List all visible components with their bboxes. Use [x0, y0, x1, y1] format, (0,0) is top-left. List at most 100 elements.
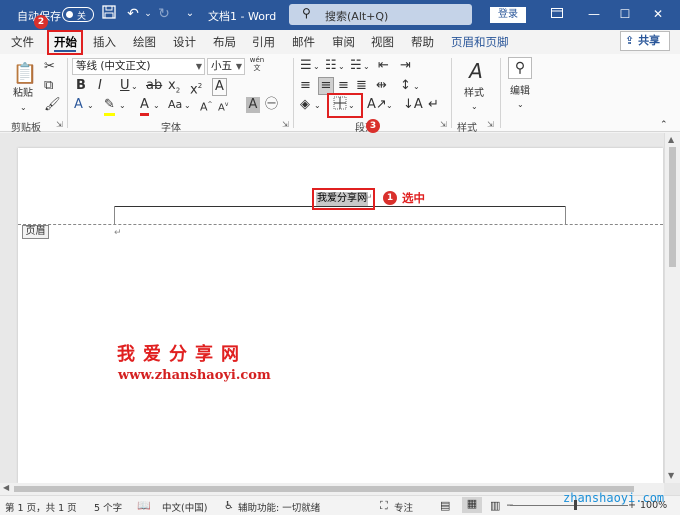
subscript-icon[interactable]: x2 — [168, 78, 180, 99]
tab-references[interactable]: 引用 — [252, 34, 275, 50]
asian-layout-icon[interactable]: A↗ — [367, 97, 387, 113]
ribbon-display-icon[interactable] — [547, 5, 567, 23]
text-effects-icon[interactable]: A — [74, 97, 83, 113]
styles-launcher-icon[interactable]: ⇲ — [487, 120, 494, 129]
superscript-icon[interactable]: x2 — [190, 78, 202, 98]
tab-layout[interactable]: 布局 — [213, 34, 236, 50]
editing-dropdown-icon[interactable]: ⌄ — [517, 97, 524, 113]
maximize-icon[interactable]: ☐ — [615, 5, 635, 23]
bold-icon[interactable]: B — [76, 78, 86, 94]
tab-design[interactable]: 设计 — [173, 34, 196, 50]
numbering-dropdown-icon[interactable]: ⌄ — [338, 59, 345, 75]
collapse-ribbon-icon[interactable]: ⌃ — [660, 117, 668, 133]
styles-dropdown-icon[interactable]: ⌄ — [471, 99, 478, 115]
line-spacing-icon[interactable]: ↕ — [400, 78, 411, 94]
status-words[interactable]: 5 个字 — [94, 500, 122, 514]
zoom-in-icon[interactable]: + — [628, 500, 636, 511]
underline-dropdown-icon[interactable]: ⌄ — [131, 79, 138, 95]
decrease-indent-icon[interactable]: ⇤ — [378, 58, 389, 74]
autosave-toggle[interactable]: 关 — [62, 7, 94, 22]
asian-layout-dropdown-icon[interactable]: ⌄ — [386, 98, 393, 114]
scroll-left-icon[interactable]: ◀ — [3, 483, 9, 492]
tab-mailings[interactable]: 邮件 — [292, 34, 315, 50]
font-size-select[interactable]: 小五 ▼ — [207, 58, 245, 75]
paste-icon[interactable]: 📋 — [11, 60, 39, 86]
tab-file[interactable]: 文件 — [11, 34, 34, 50]
status-focus[interactable]: 专注 — [394, 500, 413, 514]
change-case-icon[interactable]: Aa — [168, 97, 182, 113]
justify-icon[interactable]: ≣ — [356, 78, 367, 94]
char-shading-icon[interactable]: A — [246, 97, 260, 113]
search-box[interactable]: ⚲ 搜索(Alt+Q) — [289, 4, 472, 25]
read-mode-icon[interactable]: ▤ — [440, 499, 450, 512]
font-color-dropdown-icon[interactable]: ⌄ — [153, 98, 160, 114]
zoom-slider-thumb[interactable] — [574, 500, 577, 510]
customize-qat-icon[interactable]: ⌄ — [181, 5, 199, 23]
tab-draw[interactable]: 绘图 — [133, 34, 156, 50]
bullets-icon[interactable]: ☰ — [300, 58, 312, 74]
accessibility-icon[interactable]: ♿ — [224, 499, 234, 512]
format-painter-icon[interactable]: 🖌 — [44, 97, 61, 113]
show-marks-icon[interactable]: ↵ — [428, 97, 439, 113]
align-right-icon[interactable]: ≡ — [338, 78, 349, 94]
sort-icon[interactable]: ↓A — [403, 97, 423, 113]
redo-icon[interactable]: ↻ — [155, 5, 173, 23]
print-layout-icon[interactable]: ▦ — [462, 497, 482, 513]
border-chars-icon[interactable]: A — [212, 78, 227, 96]
multilevel-list-icon[interactable]: ☵ — [350, 58, 362, 74]
enclose-chars-icon[interactable]: ㊀ — [265, 97, 278, 113]
line-spacing-dropdown-icon[interactable]: ⌄ — [413, 79, 420, 95]
scroll-down-icon[interactable]: ▼ — [668, 471, 674, 480]
tab-header-footer[interactable]: 页眉和页脚 — [451, 34, 509, 50]
paragraph-launcher-icon[interactable]: ⇲ — [440, 120, 447, 129]
underline-icon[interactable]: U — [120, 78, 130, 94]
find-icon[interactable]: ⚲ — [508, 57, 532, 79]
shading-dropdown-icon[interactable]: ⌄ — [314, 98, 321, 114]
copy-icon[interactable]: ⧉ — [44, 78, 53, 94]
bullets-dropdown-icon[interactable]: ⌄ — [313, 59, 320, 75]
clipboard-launcher-icon[interactable]: ⇲ — [56, 120, 63, 129]
shrink-font-icon[interactable]: Av — [218, 97, 228, 116]
zoom-level[interactable]: 100% — [640, 500, 667, 511]
share-button[interactable]: ⇪ 共享 — [620, 31, 670, 51]
highlight-icon[interactable]: ✎ — [104, 97, 115, 116]
styles-icon[interactable]: A — [463, 58, 489, 84]
focus-icon[interactable]: ⛶ — [380, 499, 388, 513]
change-case-dropdown-icon[interactable]: ⌄ — [184, 98, 191, 114]
close-icon[interactable]: ✕ — [648, 5, 668, 23]
scrollbar-thumb[interactable] — [14, 486, 634, 492]
tab-insert[interactable]: 插入 — [93, 34, 116, 50]
login-button[interactable]: 登录 — [490, 7, 526, 23]
proofing-icon[interactable]: 📖 — [137, 499, 151, 512]
font-name-select[interactable]: 等线 (中文正文) ▼ — [72, 58, 205, 75]
tab-review[interactable]: 审阅 — [332, 34, 355, 50]
status-accessibility[interactable]: 辅助功能: 一切就绪 — [238, 500, 320, 514]
status-language[interactable]: 中文(中国) — [162, 500, 207, 514]
vertical-scrollbar[interactable]: ▲ ▼ — [664, 133, 680, 483]
highlight-dropdown-icon[interactable]: ⌄ — [119, 98, 126, 114]
phonetic-guide-icon[interactable]: wén 文 — [249, 56, 265, 72]
distribute-icon[interactable]: ⇹ — [376, 78, 387, 94]
save-icon[interactable] — [100, 5, 118, 23]
scrollbar-thumb[interactable] — [669, 147, 676, 267]
web-layout-icon[interactable]: ▥ — [490, 499, 500, 512]
tab-view[interactable]: 视图 — [371, 34, 394, 50]
font-color-icon[interactable]: A — [140, 97, 149, 116]
zoom-slider-track[interactable] — [510, 505, 628, 506]
numbering-icon[interactable]: ☷ — [325, 58, 337, 74]
multilevel-dropdown-icon[interactable]: ⌄ — [363, 59, 370, 75]
increase-indent-icon[interactable]: ⇥ — [400, 58, 411, 74]
paste-dropdown-icon[interactable]: ⌄ — [20, 100, 27, 116]
shading-icon[interactable]: ◈ — [300, 97, 310, 113]
text-effects-dropdown-icon[interactable]: ⌄ — [87, 98, 94, 114]
strikethrough-icon[interactable]: ab — [146, 78, 162, 94]
cut-icon[interactable]: ✂ — [44, 59, 55, 75]
align-left-icon[interactable]: ≡ — [300, 78, 311, 94]
font-launcher-icon[interactable]: ⇲ — [282, 120, 289, 129]
scroll-up-icon[interactable]: ▲ — [668, 135, 674, 144]
grow-font-icon[interactable]: A^ — [200, 97, 213, 116]
status-page[interactable]: 第 1 页，共 1 页 — [5, 500, 77, 514]
tab-help[interactable]: 帮助 — [411, 34, 434, 50]
minimize-icon[interactable]: — — [584, 5, 604, 23]
italic-icon[interactable]: I — [98, 78, 102, 94]
